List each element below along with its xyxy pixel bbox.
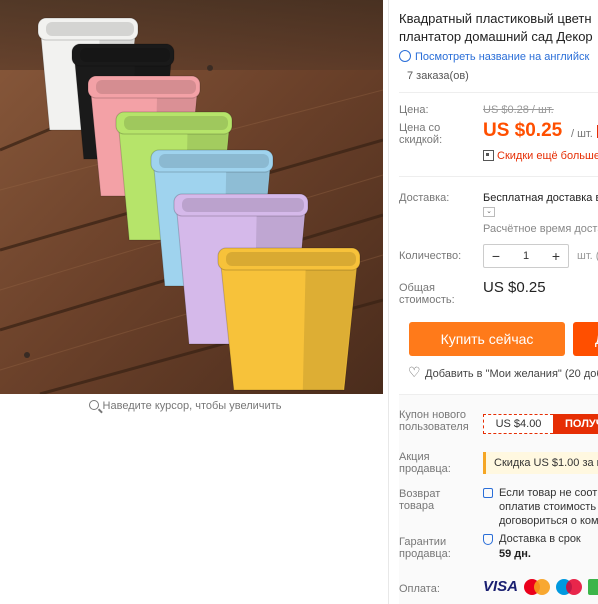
product-title: Квадратный пластиковый цветн плантатор д… (399, 10, 598, 46)
quantity-stepper: − 1 + (483, 244, 569, 268)
product-details: Квадратный пластиковый цветн плантатор д… (388, 0, 598, 604)
quantity-decrease-button[interactable]: − (484, 245, 508, 267)
zoom-hint-text: Наведите курсор, чтобы увеличить (102, 400, 282, 412)
coupon-label: Купон нового пользователя (399, 409, 469, 433)
product-title-line1: Квадратный пластиковый цветн (399, 11, 592, 26)
product-title-line2: плантатор домашний сад Декор (399, 29, 593, 44)
add-to-cart-button[interactable]: Д (573, 322, 598, 356)
returns-text: Если товар не соответ оплатив стоимость … (499, 486, 598, 528)
returns-line2: оплатив стоимость об (499, 501, 598, 513)
qr-code-icon (483, 150, 494, 161)
payment-methods: VISA (483, 578, 598, 595)
visa-logo-icon: VISA (483, 578, 519, 595)
magnifier-icon (88, 400, 99, 410)
guarantee-shield-icon (483, 534, 493, 545)
old-price: US $0.28 / шт. (483, 104, 554, 116)
new-user-coupon: US $4.00 ПОЛУЧИ (483, 414, 598, 434)
shipping-chevron-down-icon[interactable]: ⌄ (483, 207, 495, 217)
seller-promo-label: Акция продавца: (399, 451, 451, 475)
app-promo-text: Скидки ещё больше в (497, 150, 598, 162)
divider (399, 92, 598, 93)
add-to-wishlist-link[interactable]: Добавить в "Мои желания" (20 доба (408, 364, 598, 381)
quantity-input[interactable]: 1 (508, 250, 544, 262)
divider (399, 176, 598, 177)
return-shield-icon (483, 488, 493, 498)
heart-icon (408, 364, 421, 381)
get-coupon-button[interactable]: ПОЛУЧИ (553, 414, 598, 434)
total-price: US $0.25 (483, 279, 546, 296)
translate-icon (399, 50, 411, 62)
wishlist-text: Добавить в "Мои желания" (20 доба (425, 368, 598, 380)
orders-count: 7 заказа(ов) (407, 70, 469, 82)
guarantee-text: Доставка в срок (499, 533, 581, 545)
discount-price: US $0.25 (483, 120, 563, 141)
quantity-available: шт. (99 (577, 250, 598, 262)
shipping-estimate: Расчётное время достав (483, 223, 598, 235)
returns-line1: Если товар не соответ (499, 487, 598, 499)
total-label: Общая стоимость: (399, 282, 455, 306)
zoom-hint: Наведите курсор, чтобы увеличить (0, 400, 370, 412)
app-promo-link[interactable]: Скидки ещё больше в (483, 150, 598, 162)
guarantee-days: 59 дн. (499, 548, 531, 560)
coupon-value: US $4.00 (483, 414, 553, 434)
price-unit: / шт. (571, 128, 593, 140)
maestro-logo-icon (556, 578, 583, 595)
returns-line3: договориться о компе (499, 515, 598, 527)
product-photo[interactable] (0, 0, 383, 394)
guarantee-label: Гарантии продавца: (399, 536, 451, 560)
returns-label: Возврат товара (399, 488, 441, 512)
translate-title-text: Посмотреть название на английск (415, 51, 590, 63)
payment-label: Оплата: (399, 583, 440, 595)
quantity-increase-button[interactable]: + (544, 245, 568, 267)
product-gallery: Наведите курсор, чтобы увеличить (0, 0, 383, 604)
seller-promo-value: Скидка US $1.00 за каж (483, 452, 598, 474)
price-label: Цена: (399, 104, 429, 116)
shipping-label: Доставка: (399, 192, 450, 204)
flower-pot-yellow (217, 247, 361, 391)
translate-title-link[interactable]: Посмотреть название на английск (399, 50, 589, 63)
quantity-label: Количество: (399, 250, 462, 262)
discount-price-label: Цена со скидкой: (399, 122, 443, 146)
shipping-value: Бесплатная доставка в (483, 192, 598, 204)
buy-now-button[interactable]: Купить сейчас (409, 322, 565, 356)
mastercard-logo-icon (524, 578, 551, 595)
payment-logo-icon (588, 578, 598, 595)
product-photo-drawing (0, 0, 383, 394)
